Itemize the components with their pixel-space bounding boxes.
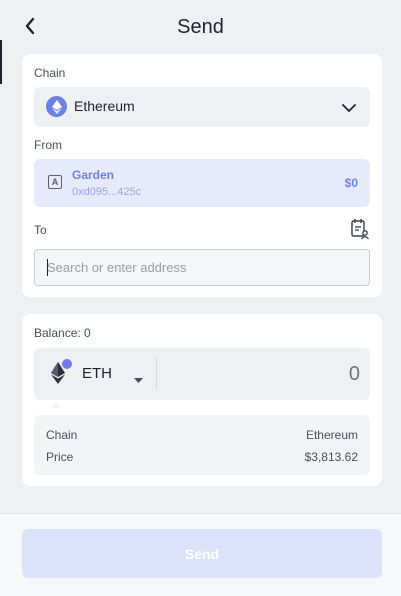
token-symbol: ETH: [82, 365, 112, 382]
details-panel: Chain Ethereum Price $3,813.62: [34, 415, 370, 475]
amount-input[interactable]: [164, 348, 360, 400]
from-label: From: [34, 138, 62, 152]
footer: Send: [0, 514, 401, 596]
wallet-icon: A: [48, 175, 62, 189]
chain-label: Chain: [34, 66, 66, 80]
token-select[interactable]: ETH: [34, 348, 156, 400]
chain-select[interactable]: Ethereum: [34, 87, 370, 127]
recipient-card: Chain Ethereum From A Garden 0xd095...42…: [22, 54, 382, 297]
chain-name: Ethereum: [74, 98, 135, 114]
from-wallet[interactable]: A Garden 0xd095...425c $0: [34, 159, 370, 207]
detail-key-price: Price: [46, 450, 74, 464]
amount-card: Balance: 0 ETH Chain Ethereum Price $3,8…: [22, 314, 382, 486]
address-book-icon[interactable]: [350, 218, 370, 240]
detail-key-chain: Chain: [46, 428, 78, 442]
header: Send: [0, 0, 401, 54]
page-title: Send: [177, 16, 224, 38]
ethereum-icon: [46, 96, 67, 117]
divider: [156, 358, 157, 390]
wallet-address: 0xd095...425c: [72, 186, 142, 198]
chain-badge-icon: [61, 358, 73, 370]
detail-value-chain: Ethereum: [305, 428, 358, 442]
to-label: To: [34, 223, 47, 237]
text-cursor: [47, 259, 48, 276]
chevron-down-icon: [342, 100, 356, 118]
send-button[interactable]: Send: [22, 529, 382, 578]
wallet-name: Garden: [72, 168, 115, 182]
balance-label: Balance: 0: [34, 326, 91, 340]
tooltip-notch: [51, 402, 61, 408]
recipient-address-input[interactable]: [34, 249, 370, 286]
wallet-balance: $0: [344, 176, 358, 190]
amount-row: ETH: [34, 348, 370, 400]
caret-down-icon: [134, 370, 143, 388]
detail-value-price: $3,813.62: [304, 450, 358, 464]
